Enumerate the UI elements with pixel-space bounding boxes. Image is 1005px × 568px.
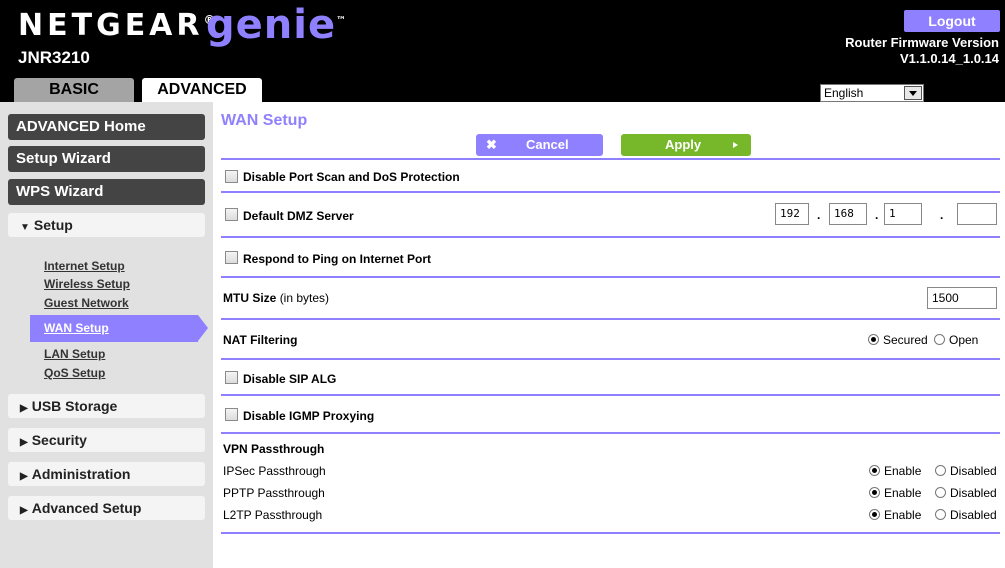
divider (221, 532, 1000, 534)
netgear-logo: NETGEAR® (18, 8, 216, 43)
play-icon (733, 142, 738, 148)
page-title: WAN Setup (221, 112, 308, 129)
divider (221, 394, 1000, 396)
caret-right-icon: ▶ (20, 471, 28, 482)
ip-dot: . (817, 208, 821, 222)
mtu-unit: (in bytes) (279, 291, 330, 305)
pptp-disabled-radio[interactable] (935, 487, 946, 498)
disable-igmp-label: Disable IGMP Proxying (243, 409, 375, 423)
sidebar-section-advanced-setup[interactable]: ▶ Advanced Setup (8, 496, 205, 520)
dmz-ip-octet-3[interactable]: 1 (884, 203, 922, 225)
router-model: JNR3210 (18, 48, 90, 67)
nat-secured-radio[interactable] (868, 334, 879, 345)
sidebar-link-wan-setup[interactable]: WAN Setup (30, 315, 208, 342)
sidebar: ADVANCED Home Setup Wizard WPS Wizard ▼ S… (0, 102, 213, 568)
section-label: Security (31, 432, 87, 448)
sidebar-section-usb-storage[interactable]: ▶ USB Storage (8, 394, 205, 418)
language-select[interactable]: English (820, 84, 924, 102)
tab-advanced[interactable]: ADVANCED (142, 78, 262, 102)
disable-igmp-checkbox[interactable] (225, 408, 238, 421)
l2tp-disabled-label: Disabled (950, 508, 997, 522)
l2tp-disabled-radio[interactable] (935, 509, 946, 520)
language-value: English (824, 86, 864, 100)
respond-ping-label: Respond to Ping on Internet Port (243, 252, 431, 266)
vpn-passthrough-heading: VPN Passthrough (223, 442, 325, 456)
disable-port-scan-checkbox[interactable] (225, 170, 238, 183)
pptp-enable-radio[interactable] (869, 487, 880, 498)
default-dmz-label: Default DMZ Server (243, 209, 354, 223)
dropdown-arrow-icon (904, 86, 922, 100)
divider (221, 236, 1000, 238)
section-label: USB Storage (31, 398, 118, 414)
nat-open-label: Open (949, 333, 979, 347)
section-label: Administration (31, 466, 131, 482)
cancel-label: Cancel (526, 137, 569, 152)
sidebar-link-lan-setup[interactable]: LAN Setup (44, 347, 105, 361)
section-label: Advanced Setup (31, 500, 142, 516)
disable-sip-alg-checkbox[interactable] (225, 371, 238, 384)
sidebar-wps-wizard[interactable]: WPS Wizard (8, 179, 205, 205)
sidebar-advanced-home[interactable]: ADVANCED Home (8, 114, 205, 140)
nat-filtering-label: NAT Filtering (223, 333, 298, 347)
mtu-label: MTU Size (in bytes) (223, 291, 329, 305)
header: NETGEAR® genie™ JNR3210 Logout Router Fi… (0, 0, 1005, 102)
ipsec-enable-label: Enable (884, 464, 922, 478)
apply-label: Apply (665, 137, 702, 152)
nat-secured-label: Secured (883, 333, 928, 347)
l2tp-passthrough-label: L2TP Passthrough (223, 508, 323, 522)
ip-dot: . (875, 208, 879, 222)
mtu-label-text: MTU Size (223, 291, 277, 305)
tab-basic[interactable]: BASIC (14, 78, 134, 102)
l2tp-enable-label: Enable (884, 508, 922, 522)
l2tp-enable-radio[interactable] (869, 509, 880, 520)
divider (221, 432, 1000, 434)
close-icon: ✖ (486, 137, 497, 152)
logout-button[interactable]: Logout (904, 10, 1000, 32)
ip-dot: . (940, 208, 944, 222)
sidebar-link-guest-network[interactable]: Guest Network (44, 296, 129, 310)
default-dmz-checkbox[interactable] (225, 208, 238, 221)
divider (221, 276, 1000, 278)
disable-sip-alg-label: Disable SIP ALG (243, 372, 337, 386)
pptp-passthrough-label: PPTP Passthrough (223, 486, 325, 500)
respond-ping-checkbox[interactable] (225, 251, 238, 264)
section-label: Setup (33, 217, 73, 233)
apply-button[interactable]: Apply (621, 134, 751, 156)
caret-right-icon: ▶ (20, 403, 28, 414)
caret-right-icon: ▶ (20, 505, 28, 516)
sidebar-link-qos-setup[interactable]: QoS Setup (44, 366, 105, 380)
dmz-ip-octet-1[interactable]: 192 (775, 203, 809, 225)
divider (221, 158, 1000, 160)
sidebar-section-administration[interactable]: ▶ Administration (8, 462, 205, 486)
dmz-ip-octet-2[interactable]: 168 (829, 203, 867, 225)
divider (221, 358, 1000, 360)
divider (221, 191, 1000, 193)
main-content: WAN Setup ✖ Cancel Apply Disable Port Sc… (213, 102, 1005, 568)
firmware-label: Router Firmware Version (845, 35, 999, 50)
pptp-enable-label: Enable (884, 486, 922, 500)
sidebar-setup-wizard[interactable]: Setup Wizard (8, 146, 205, 172)
nat-open-radio[interactable] (934, 334, 945, 345)
caret-down-icon: ▼ (20, 222, 30, 233)
dmz-ip-octet-4[interactable] (957, 203, 997, 225)
sidebar-section-security[interactable]: ▶ Security (8, 428, 205, 452)
disable-port-scan-label: Disable Port Scan and DoS Protection (243, 170, 460, 184)
ipsec-enable-radio[interactable] (869, 465, 880, 476)
sidebar-link-internet-setup[interactable]: Internet Setup (44, 259, 125, 273)
ipsec-disabled-radio[interactable] (935, 465, 946, 476)
ipsec-passthrough-label: IPSec Passthrough (223, 464, 326, 478)
pptp-disabled-label: Disabled (950, 486, 997, 500)
genie-logo: genie™ (206, 2, 347, 48)
mtu-input[interactable]: 1500 (927, 287, 997, 309)
divider (221, 318, 1000, 320)
caret-right-icon: ▶ (20, 437, 28, 448)
cancel-button[interactable]: ✖ Cancel (476, 134, 603, 156)
sidebar-section-setup[interactable]: ▼ Setup (8, 213, 205, 237)
sidebar-link-wireless-setup[interactable]: Wireless Setup (44, 277, 130, 291)
firmware-version: V1.1.0.14_1.0.14 (899, 51, 999, 66)
ipsec-disabled-label: Disabled (950, 464, 997, 478)
